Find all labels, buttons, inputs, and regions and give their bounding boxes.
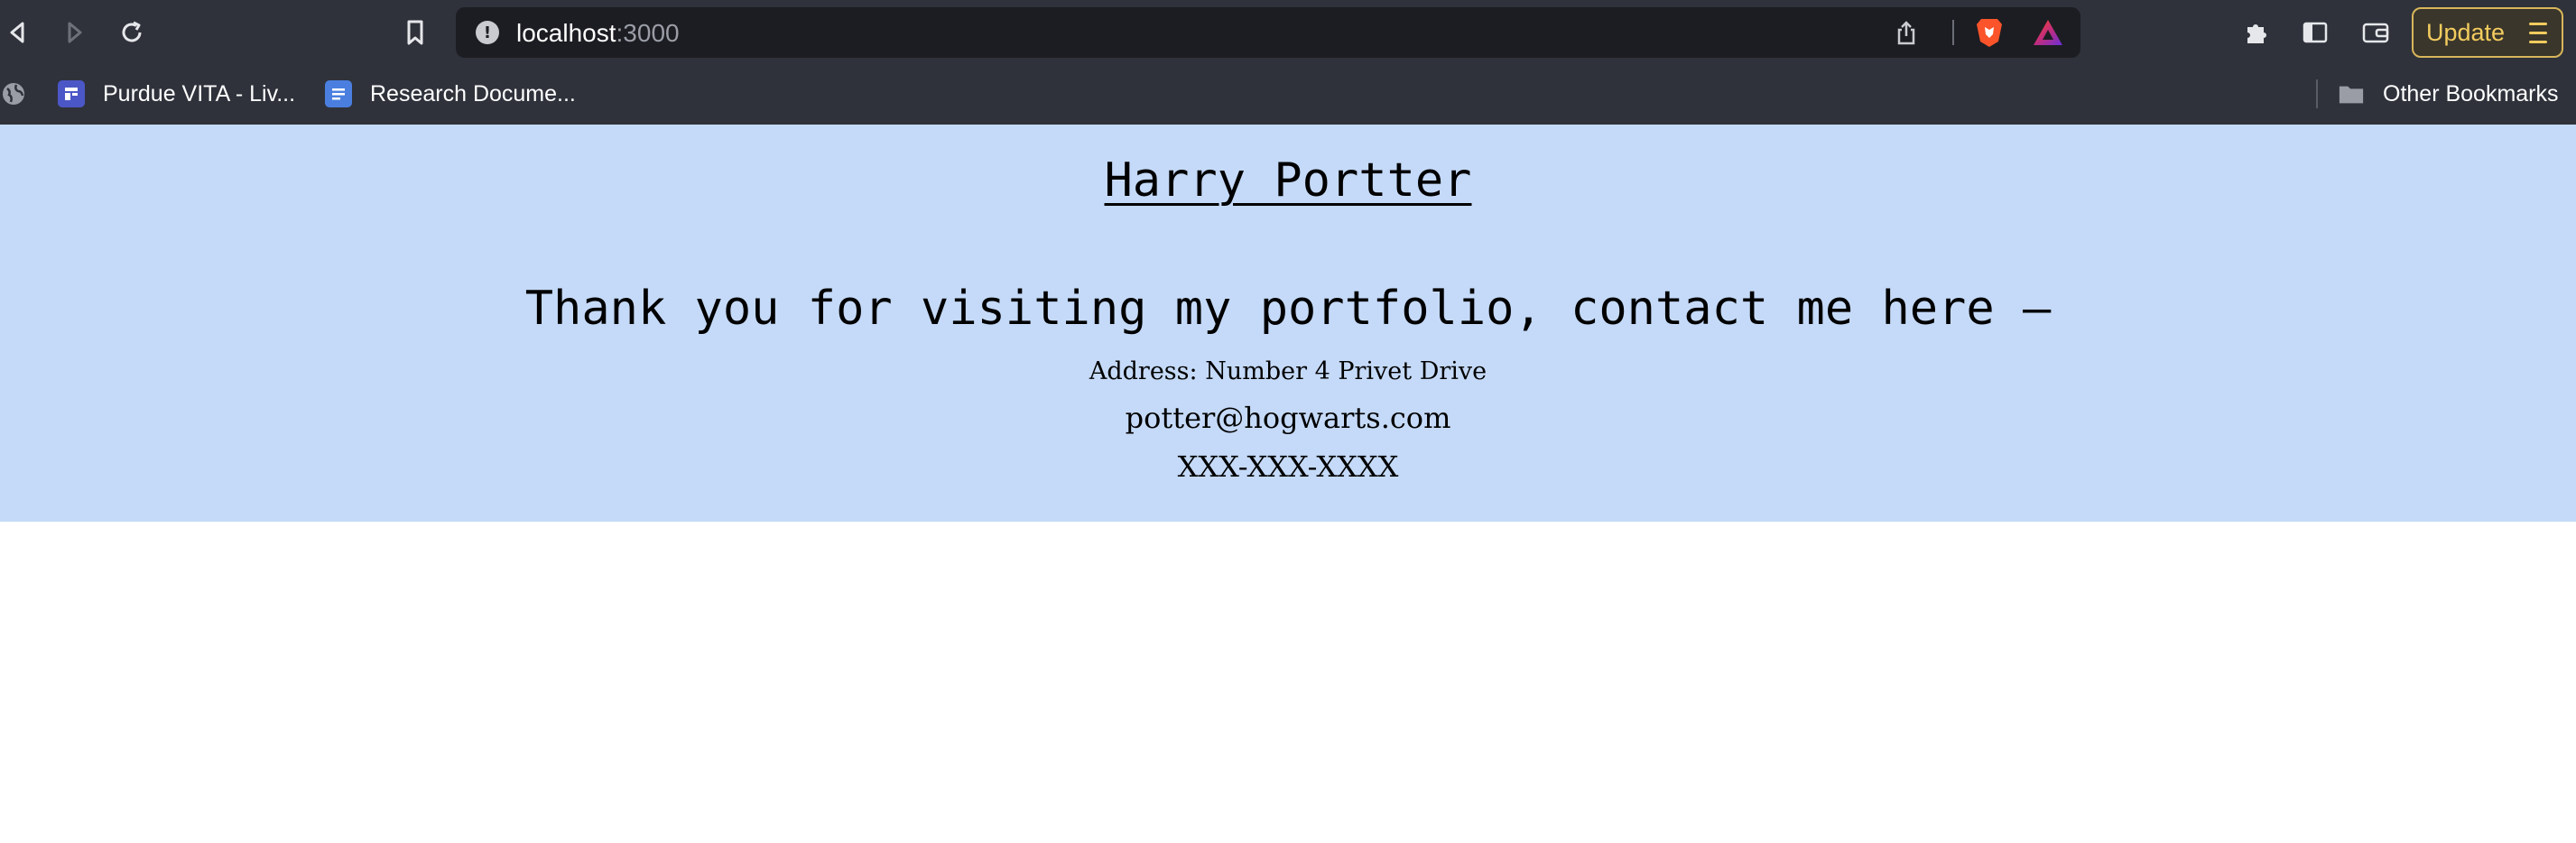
brave-shields-icon[interactable]: [1974, 16, 2005, 53]
share-icon[interactable]: [1893, 20, 1920, 51]
document-icon: [325, 80, 352, 107]
other-bookmarks[interactable]: Other Bookmarks: [2338, 78, 2559, 110]
folder-icon: [2338, 80, 2365, 107]
bookmark-item-research-document[interactable]: Research Docume...: [325, 78, 576, 110]
brave-rewards-icon[interactable]: [2032, 17, 2064, 52]
reload-icon[interactable]: [116, 16, 148, 49]
bookmark-label: Research Docume...: [370, 80, 576, 107]
bookmark-label: Purdue VITA - Liv...: [103, 80, 296, 107]
wallet-icon[interactable]: [2359, 16, 2392, 49]
bookmark-icon[interactable]: [399, 16, 431, 49]
update-button[interactable]: Update: [2412, 7, 2563, 58]
address-text: Address: Number 4 Privet Drive: [1089, 357, 1487, 385]
back-icon[interactable]: [2, 16, 34, 49]
forward-icon[interactable]: [58, 16, 90, 49]
divider: [1952, 20, 1954, 45]
globe-icon[interactable]: [0, 78, 27, 110]
menu-icon: [2529, 23, 2547, 44]
extensions-icon[interactable]: [2240, 16, 2273, 49]
site-info-icon[interactable]: !: [476, 21, 499, 44]
page-content: Harry Portter Thank you for visiting my …: [0, 125, 2576, 843]
other-bookmarks-label: Other Bookmarks: [2383, 80, 2559, 107]
browser-chrome: ! localhost:3000 Update Purdue VITA - Li…: [0, 0, 2576, 125]
address-bar[interactable]: ! localhost:3000: [456, 7, 2080, 58]
phone-text: XXX-XXX-XXXX: [1177, 449, 1399, 484]
divider: [2316, 79, 2318, 108]
bookmark-item-purdue-vita[interactable]: Purdue VITA - Liv...: [58, 78, 295, 110]
name-heading: Harry Portter: [1104, 153, 1472, 208]
url-text: localhost:3000: [516, 19, 680, 47]
sidebar-icon[interactable]: [2299, 16, 2331, 49]
app-icon: [58, 80, 85, 107]
update-label: Update: [2426, 18, 2506, 46]
bookmarks-bar: Purdue VITA - Liv... Research Docume... …: [0, 65, 2576, 125]
contact-section: Harry Portter Thank you for visiting my …: [0, 125, 2576, 522]
email-text: potter@hogwarts.com: [1125, 401, 1451, 435]
browser-toolbar: ! localhost:3000 Update: [0, 0, 2576, 65]
contact-message: Thank you for visiting my portfolio, con…: [524, 282, 2052, 336]
